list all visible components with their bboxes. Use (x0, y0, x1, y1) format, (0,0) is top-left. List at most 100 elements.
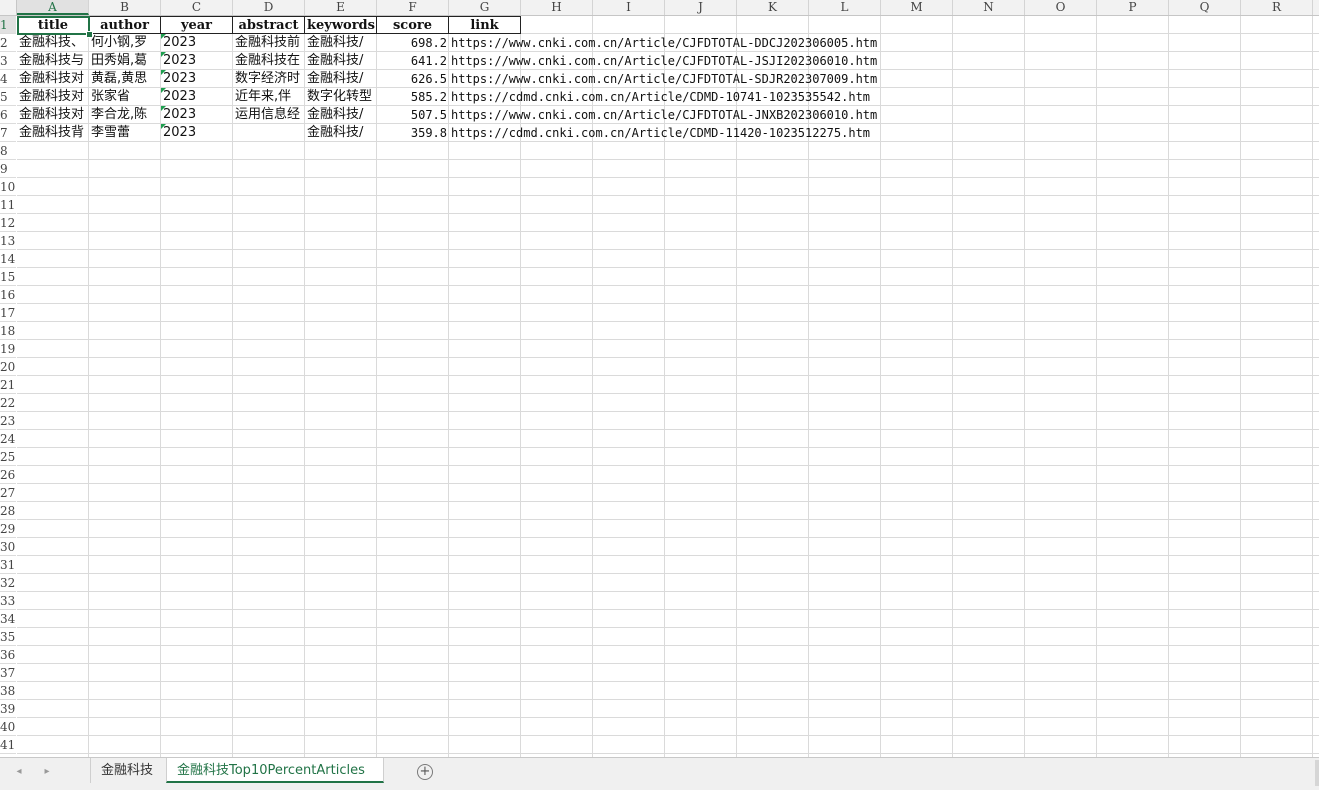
row-header-36[interactable]: 36 (0, 646, 16, 664)
horizontal-scrollbar[interactable] (1315, 760, 1319, 786)
row-header-18[interactable]: 18 (0, 322, 16, 340)
cell-d2[interactable]: 金融科技前 (233, 34, 305, 52)
select-all-corner[interactable] (0, 0, 17, 15)
fill-handle[interactable] (86, 31, 93, 38)
column-header-d[interactable]: D (233, 0, 305, 15)
column-header-h[interactable]: H (521, 0, 593, 15)
cell-c3[interactable]: 2023 (161, 52, 233, 70)
cell-g5[interactable]: https://cdmd.cnki.com.cn/Article/CDMD-10… (449, 88, 941, 106)
cell-d5[interactable]: 近年来,伴 (233, 88, 305, 106)
row-header-41[interactable]: 41 (0, 736, 16, 754)
row-header-35[interactable]: 35 (0, 628, 16, 646)
cell-b1[interactable]: author (89, 16, 161, 34)
column-header-a[interactable]: A (17, 0, 89, 15)
cell-f6[interactable]: 507.5 (377, 106, 449, 124)
cell-c4[interactable]: 2023 (161, 70, 233, 88)
cell-a1[interactable]: title (17, 16, 89, 34)
row-header-29[interactable]: 29 (0, 520, 16, 538)
row-header-7[interactable]: 7 (0, 124, 16, 142)
row-header-30[interactable]: 30 (0, 538, 16, 556)
row-header-9[interactable]: 9 (0, 160, 16, 178)
column-header-i[interactable]: I (593, 0, 665, 15)
row-header-19[interactable]: 19 (0, 340, 16, 358)
row-header-26[interactable]: 26 (0, 466, 16, 484)
cell-a6[interactable]: 金融科技对 (17, 106, 89, 124)
cell-e1[interactable]: keywords (305, 16, 377, 34)
cell-c7[interactable]: 2023 (161, 124, 233, 142)
cell-b6[interactable]: 李合龙,陈 (89, 106, 161, 124)
cell-g4[interactable]: https://www.cnki.com.cn/Article/CJFDTOTA… (449, 70, 941, 88)
row-header-39[interactable]: 39 (0, 700, 16, 718)
cell-b3[interactable]: 田秀娟,葛 (89, 52, 161, 70)
column-header-o[interactable]: O (1025, 0, 1097, 15)
cell-e6[interactable]: 金融科技/ (305, 106, 377, 124)
row-header-32[interactable]: 32 (0, 574, 16, 592)
column-header-p[interactable]: P (1097, 0, 1169, 15)
row-header-21[interactable]: 21 (0, 376, 16, 394)
cell-e2[interactable]: 金融科技/ (305, 34, 377, 52)
cell-f7[interactable]: 359.8 (377, 124, 449, 142)
cell-e4[interactable]: 金融科技/ (305, 70, 377, 88)
cell-c2[interactable]: 2023 (161, 34, 233, 52)
cell-d7[interactable] (233, 124, 305, 142)
row-header-1[interactable]: 1 (0, 16, 16, 34)
row-header-28[interactable]: 28 (0, 502, 16, 520)
cell-g7[interactable]: https://cdmd.cnki.com.cn/Article/CDMD-11… (449, 124, 941, 142)
row-header-24[interactable]: 24 (0, 430, 16, 448)
row-header-20[interactable]: 20 (0, 358, 16, 376)
row-header-12[interactable]: 12 (0, 214, 16, 232)
row-header-22[interactable]: 22 (0, 394, 16, 412)
cell-g1[interactable]: link (449, 16, 521, 34)
cell-f5[interactable]: 585.2 (377, 88, 449, 106)
cell-a3[interactable]: 金融科技与 (17, 52, 89, 70)
cell-c1[interactable]: year (161, 16, 233, 34)
row-header-6[interactable]: 6 (0, 106, 16, 124)
column-header-f[interactable]: F (377, 0, 449, 15)
cell-b4[interactable]: 黄磊,黄思 (89, 70, 161, 88)
column-header-b[interactable]: B (89, 0, 161, 15)
row-header-3[interactable]: 3 (0, 52, 16, 70)
cell-c6[interactable]: 2023 (161, 106, 233, 124)
column-header-m[interactable]: M (881, 0, 953, 15)
column-header-r[interactable]: R (1241, 0, 1313, 15)
cell-f2[interactable]: 698.2 (377, 34, 449, 52)
row-header-33[interactable]: 33 (0, 592, 16, 610)
row-header-2[interactable]: 2 (0, 34, 16, 52)
row-header-11[interactable]: 11 (0, 196, 16, 214)
row-header-27[interactable]: 27 (0, 484, 16, 502)
row-header-17[interactable]: 17 (0, 304, 16, 322)
cell-g3[interactable]: https://www.cnki.com.cn/Article/CJFDTOTA… (449, 52, 941, 70)
sheet-tab-jinrongkeji[interactable]: 金融科技 (90, 758, 163, 783)
cell-e3[interactable]: 金融科技/ (305, 52, 377, 70)
column-header-k[interactable]: K (737, 0, 809, 15)
row-header-10[interactable]: 10 (0, 178, 16, 196)
column-header-n[interactable]: N (953, 0, 1025, 15)
cell-f1[interactable]: score (377, 16, 449, 34)
row-header-31[interactable]: 31 (0, 556, 16, 574)
row-header-40[interactable]: 40 (0, 718, 16, 736)
row-header-25[interactable]: 25 (0, 448, 16, 466)
column-header-j[interactable]: J (665, 0, 737, 15)
row-header-5[interactable]: 5 (0, 88, 16, 106)
column-header-q[interactable]: Q (1169, 0, 1241, 15)
cell-e5[interactable]: 数字化转型 (305, 88, 377, 106)
cell-g6[interactable]: https://www.cnki.com.cn/Article/CJFDTOTA… (449, 106, 941, 124)
cell-f3[interactable]: 641.2 (377, 52, 449, 70)
cell-c5[interactable]: 2023 (161, 88, 233, 106)
cell-a4[interactable]: 金融科技对 (17, 70, 89, 88)
cell-f4[interactable]: 626.5 (377, 70, 449, 88)
row-header-16[interactable]: 16 (0, 286, 16, 304)
cell-b2[interactable]: 何小钢,罗 (89, 34, 161, 52)
row-header-8[interactable]: 8 (0, 142, 16, 160)
cell-a7[interactable]: 金融科技背 (17, 124, 89, 142)
row-header-14[interactable]: 14 (0, 250, 16, 268)
cell-b5[interactable]: 张家省 (89, 88, 161, 106)
cell-d3[interactable]: 金融科技在 (233, 52, 305, 70)
column-header-l[interactable]: L (809, 0, 881, 15)
spreadsheet-grid[interactable]: ABCDEFGHIJKLMNOPQR 1 2 3 4 5 6 7 8 9 10 11 12 13 14 15… (0, 0, 1319, 757)
row-header-34[interactable]: 34 (0, 610, 16, 628)
cell-b7[interactable]: 李雪蕾 (89, 124, 161, 142)
cell-a5[interactable]: 金融科技对 (17, 88, 89, 106)
cell-d4[interactable]: 数字经济时 (233, 70, 305, 88)
cell-g2[interactable]: https://www.cnki.com.cn/Article/CJFDTOTA… (449, 34, 941, 52)
